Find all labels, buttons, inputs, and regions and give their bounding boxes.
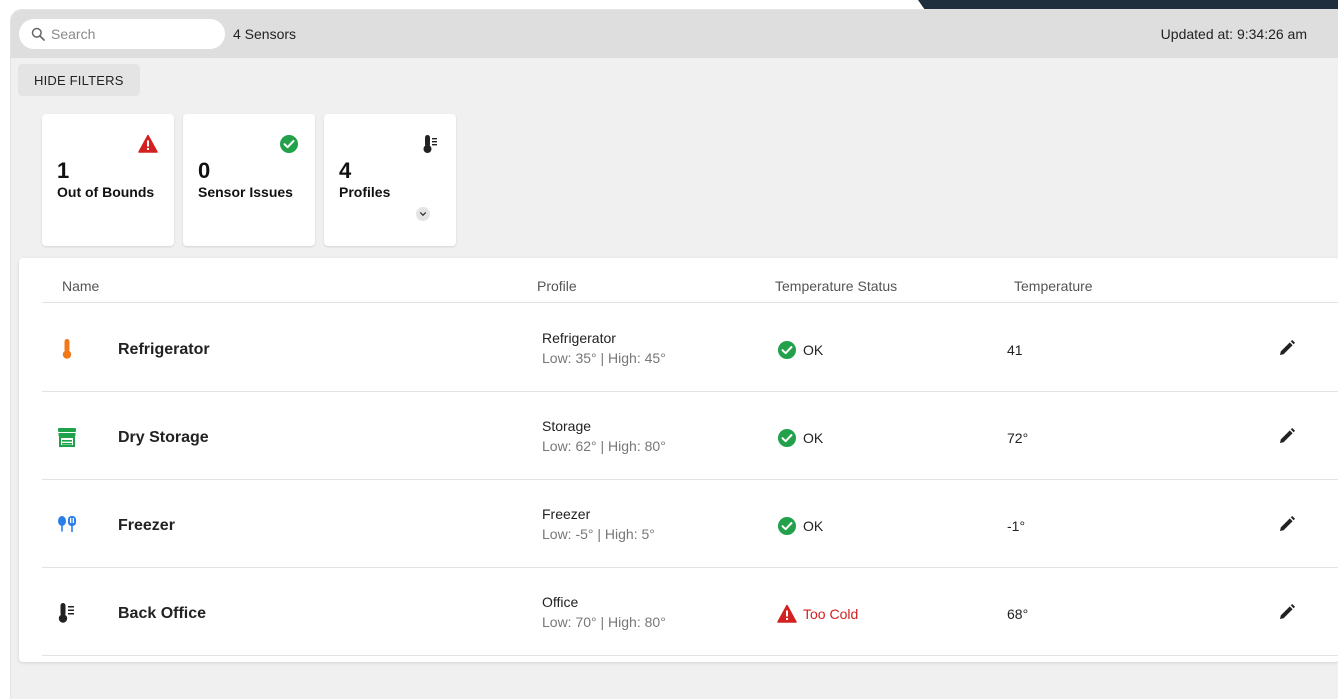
profiles-count: 4 [339,158,352,183]
warning-icon [138,134,158,153]
hide-filters-button[interactable]: HIDE FILTERS [18,64,140,96]
temperature-value: 68° [1007,606,1029,622]
header-temperature-status[interactable]: Temperature Status [775,278,897,294]
edit-pencil-icon[interactable] [1278,427,1296,445]
profile-name: Office [542,594,579,610]
sensor-table: Name Profile Temperature Status Temperat… [19,258,1338,662]
temperature-value: -1° [1007,518,1026,534]
temperature-value: 72° [1007,430,1029,446]
table-row[interactable]: Refrigerator Refrigerator Low: 35° | Hig… [42,304,1338,392]
search-icon [31,27,45,41]
search-placeholder: Search [51,26,96,42]
status-text: OK [803,518,824,534]
check-circle-icon [778,429,796,447]
thermometer-icon [58,603,74,623]
table-row[interactable]: Back Office Office Low: 70° | High: 80° … [42,568,1338,656]
card-out-of-bounds[interactable]: 1 Out of Bounds [42,114,174,246]
thermometer-orange-icon [62,339,72,359]
thermometer-icon [423,135,437,153]
edit-pencil-icon[interactable] [1278,515,1296,533]
status-text: OK [803,430,824,446]
profiles-label: Profiles [339,184,391,200]
status-text: Too Cold [803,606,859,622]
search-input[interactable]: Search [19,19,225,49]
edit-pencil-icon[interactable] [1278,339,1296,357]
sensor-name: Refrigerator [118,341,210,358]
sensor-name: Dry Storage [118,429,209,446]
sensor-count: 4 Sensors [233,26,297,42]
table-row[interactable]: Dry Storage Storage Low: 62° | High: 80°… [42,392,1338,480]
check-circle-icon [280,135,298,153]
edit-pencil-icon[interactable] [1278,603,1296,621]
warning-icon [777,604,797,623]
out-of-bounds-label: Out of Bounds [57,184,155,200]
chevron-down-icon[interactable] [416,207,430,221]
header-name[interactable]: Name [62,278,99,294]
profile-name: Storage [542,418,592,434]
profile-name: Refrigerator [542,330,616,346]
check-circle-icon [778,341,796,359]
status-badge: OK [777,428,823,448]
table-row[interactable]: Freezer Freezer Low: -5° | High: 5° OK -… [42,480,1338,568]
profile-range: Low: 62° | High: 80° [542,438,666,454]
temperature-value: 41 [1007,342,1023,358]
sensor-name: Freezer [118,517,175,534]
status-badge: OK [777,340,823,360]
status-text: OK [803,342,824,358]
profile-range: Low: 35° | High: 45° [542,350,666,366]
header-profile[interactable]: Profile [537,278,577,294]
top-bar: Search 4 Sensors Updated at: 9:34:26 am [11,10,1338,58]
status-badge: OK [777,516,823,536]
out-of-bounds-count: 1 [57,158,70,183]
table-header: Name Profile Temperature Status Temperat… [42,258,1338,303]
app-window: Search 4 Sensors Updated at: 9:34:26 am … [10,9,1338,699]
check-circle-icon [778,517,796,535]
sensor-issues-count: 0 [198,158,211,183]
header-temperature[interactable]: Temperature [1014,278,1093,294]
freezer-popsicle-icon [58,516,76,532]
card-profiles[interactable]: 4 Profiles [324,114,456,246]
updated-timestamp: Updated at: 9:34:26 am [1160,26,1307,42]
summary-cards: 1 Out of Bounds 0 Sensor Issues 4 Profil… [11,102,1338,246]
sensor-issues-label: Sensor Issues [198,184,293,200]
profile-name: Freezer [542,506,591,522]
filter-row: HIDE FILTERS [11,58,1338,102]
status-badge: Too Cold [777,604,858,624]
profile-range: Low: -5° | High: 5° [542,526,655,542]
storage-shelf-icon [58,428,76,447]
card-sensor-issues[interactable]: 0 Sensor Issues [183,114,315,246]
sensor-name: Back Office [118,605,207,622]
profile-range: Low: 70° | High: 80° [542,614,666,630]
